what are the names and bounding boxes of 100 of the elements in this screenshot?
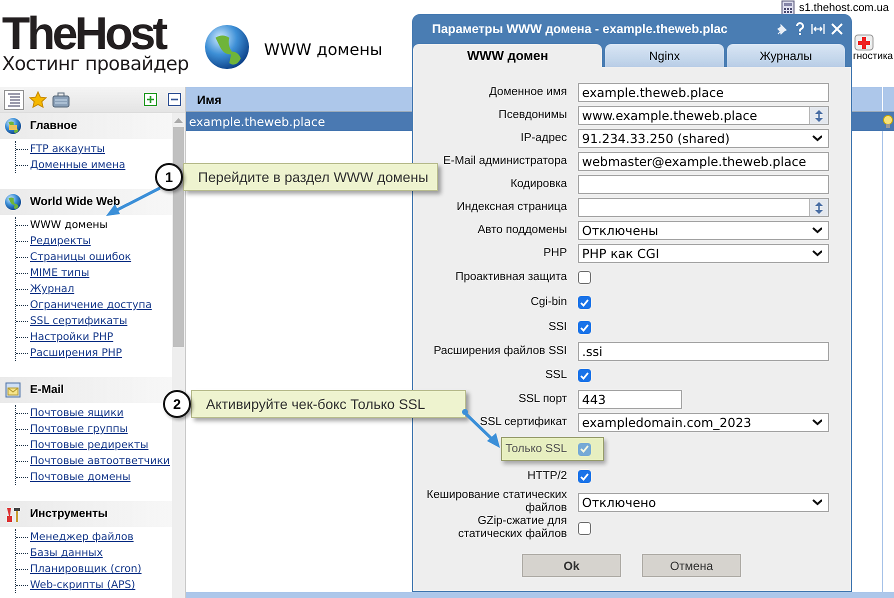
briefcase-icon[interactable] bbox=[52, 92, 70, 108]
up-down-arrows-icon[interactable] bbox=[815, 110, 823, 122]
caret-icon bbox=[812, 135, 822, 142]
field-label: Авто поддомены bbox=[476, 224, 567, 237]
field-label: Только SSL bbox=[504, 442, 567, 456]
collapse-icon[interactable] bbox=[168, 93, 181, 106]
section-header[interactable]: E-Mail bbox=[0, 377, 172, 403]
field-label: IP-адрес bbox=[520, 132, 567, 145]
dropdown[interactable]: 91.234.33.250 (shared) bbox=[578, 129, 829, 148]
server-name[interactable]: s1.thehost.com.ua bbox=[799, 2, 889, 14]
logo-subtitle: Хостинг провайдер bbox=[2, 53, 190, 75]
section-header[interactable]: World Wide Web bbox=[0, 189, 172, 215]
field-label: Доменное имя bbox=[488, 86, 567, 99]
checkbox[interactable] bbox=[578, 296, 591, 309]
nav-link[interactable]: Менеджер файлов bbox=[30, 531, 134, 543]
cancel-button[interactable]: Отмена bbox=[642, 554, 741, 577]
field-label: Кеширование статических файлов bbox=[426, 489, 567, 515]
input-field[interactable]: 443 bbox=[578, 390, 682, 409]
input-field[interactable]: .ssi bbox=[578, 342, 829, 361]
checkbox[interactable] bbox=[578, 369, 591, 382]
nav-link[interactable]: Ограничение доступа bbox=[30, 299, 152, 311]
nav-link[interactable]: Расширения PHP bbox=[30, 347, 122, 359]
page-title: WWW домены bbox=[264, 40, 382, 59]
pin-icon[interactable] bbox=[775, 22, 789, 36]
expand-icon[interactable] bbox=[144, 93, 157, 106]
input-field[interactable]: example.theweb.place bbox=[578, 83, 829, 102]
title-bar[interactable]: Параметры WWW домена - example.theweb.plac bbox=[413, 14, 851, 44]
toolbar-label[interactable]: гностика bbox=[852, 51, 893, 62]
nav-link[interactable]: Почтовые группы bbox=[30, 423, 128, 435]
checkbox[interactable] bbox=[578, 271, 591, 284]
nav-link[interactable]: Планировщик (cron) bbox=[30, 563, 142, 575]
caret-icon bbox=[812, 419, 822, 426]
combo-field[interactable]: www.example.theweb.place bbox=[578, 106, 829, 125]
nav-link[interactable]: Редиректы bbox=[30, 235, 91, 247]
list-icon[interactable] bbox=[4, 90, 24, 110]
dropdown[interactable]: Отключено bbox=[578, 492, 829, 512]
checkmark-icon bbox=[580, 298, 589, 306]
checkmark-icon bbox=[580, 472, 589, 480]
dialog-title: Параметры WWW домена - example.theweb.plac bbox=[432, 22, 729, 36]
dropdown[interactable]: PHP как CGI bbox=[578, 244, 829, 263]
dropdown[interactable]: Отключены bbox=[578, 221, 829, 240]
globe-icon bbox=[4, 193, 22, 211]
checkmark-icon bbox=[580, 372, 589, 380]
checkmark-icon bbox=[580, 445, 589, 453]
hint-callout: Активируйте чек-бокс Только SSL bbox=[191, 390, 466, 418]
up-down-arrows-icon[interactable] bbox=[815, 202, 823, 214]
dropdown[interactable]: exampledomain.com_2023 bbox=[578, 413, 829, 432]
combo-field[interactable] bbox=[578, 198, 829, 217]
nav-link[interactable]: MIME типы bbox=[30, 267, 90, 279]
close-icon[interactable] bbox=[831, 23, 843, 35]
nav-link[interactable]: Базы данных bbox=[30, 547, 103, 559]
checkbox[interactable] bbox=[578, 442, 591, 456]
field-label: GZip-сжатие для статических файлов bbox=[457, 515, 567, 541]
globe-icon bbox=[204, 24, 250, 70]
input-field[interactable] bbox=[578, 175, 829, 194]
lightbulb-icon bbox=[883, 114, 893, 128]
field-label: SSI bbox=[547, 321, 567, 334]
nav-link[interactable]: Настройки PHP bbox=[30, 331, 114, 343]
tab[interactable]: WWW домен bbox=[413, 44, 602, 67]
nav-link[interactable]: Web-скрипты (APS) bbox=[30, 579, 136, 591]
checkbox[interactable] bbox=[578, 470, 591, 483]
tab[interactable]: Журналы bbox=[726, 44, 845, 67]
tools-icon bbox=[4, 505, 22, 523]
column-header[interactable]: Имя bbox=[186, 87, 222, 111]
caret-icon bbox=[812, 250, 822, 257]
nav-link[interactable]: Почтовые автоответчики bbox=[30, 455, 170, 467]
input-field[interactable]: webmaster@example.theweb.place bbox=[578, 152, 829, 171]
nav-link[interactable]: Почтовые редиректы bbox=[30, 439, 148, 451]
tab[interactable]: Nginx bbox=[605, 44, 724, 67]
nav-link[interactable]: Почтовые домены bbox=[30, 471, 131, 483]
section-header[interactable]: Инструменты bbox=[0, 501, 172, 527]
section-header[interactable]: Главное bbox=[0, 113, 172, 139]
field-label: Cgi-bin bbox=[530, 296, 567, 309]
star-icon[interactable] bbox=[29, 90, 47, 108]
field-label: HTTP/2 bbox=[526, 470, 567, 483]
checkmark-icon bbox=[580, 324, 589, 332]
scrollbar[interactable] bbox=[172, 113, 185, 598]
nav-link[interactable]: Доменные имена bbox=[30, 159, 126, 171]
field-label: Индексная страница bbox=[456, 201, 567, 214]
checkbox[interactable] bbox=[578, 321, 591, 334]
resize-icon[interactable] bbox=[811, 23, 825, 35]
caret-icon bbox=[812, 498, 822, 506]
nav-link[interactable]: WWW домены bbox=[30, 219, 108, 231]
logo-title: TheHost bbox=[2, 13, 166, 53]
field-label: Проактивная защита bbox=[454, 271, 567, 284]
nav-link[interactable]: Журнал bbox=[30, 283, 74, 295]
field-label: Псевдонимы bbox=[498, 109, 567, 122]
nav-link[interactable]: SSL сертификаты bbox=[30, 315, 128, 327]
ok-button[interactable]: Ok bbox=[522, 554, 621, 577]
nav-link[interactable]: Страницы ошибок bbox=[30, 251, 132, 263]
nav-link[interactable]: FTP аккаунты bbox=[30, 143, 105, 155]
field-label: SSL сертификат bbox=[478, 416, 567, 429]
step-number: 2 bbox=[163, 390, 191, 418]
field-label: SSL bbox=[544, 369, 567, 382]
checkbox[interactable] bbox=[578, 522, 591, 534]
field-label: E-Mail администратора bbox=[442, 155, 567, 168]
mail-icon bbox=[4, 381, 22, 399]
nav-link[interactable]: Почтовые ящики bbox=[30, 407, 124, 419]
help-icon[interactable] bbox=[795, 22, 805, 36]
caret-icon bbox=[812, 227, 822, 234]
